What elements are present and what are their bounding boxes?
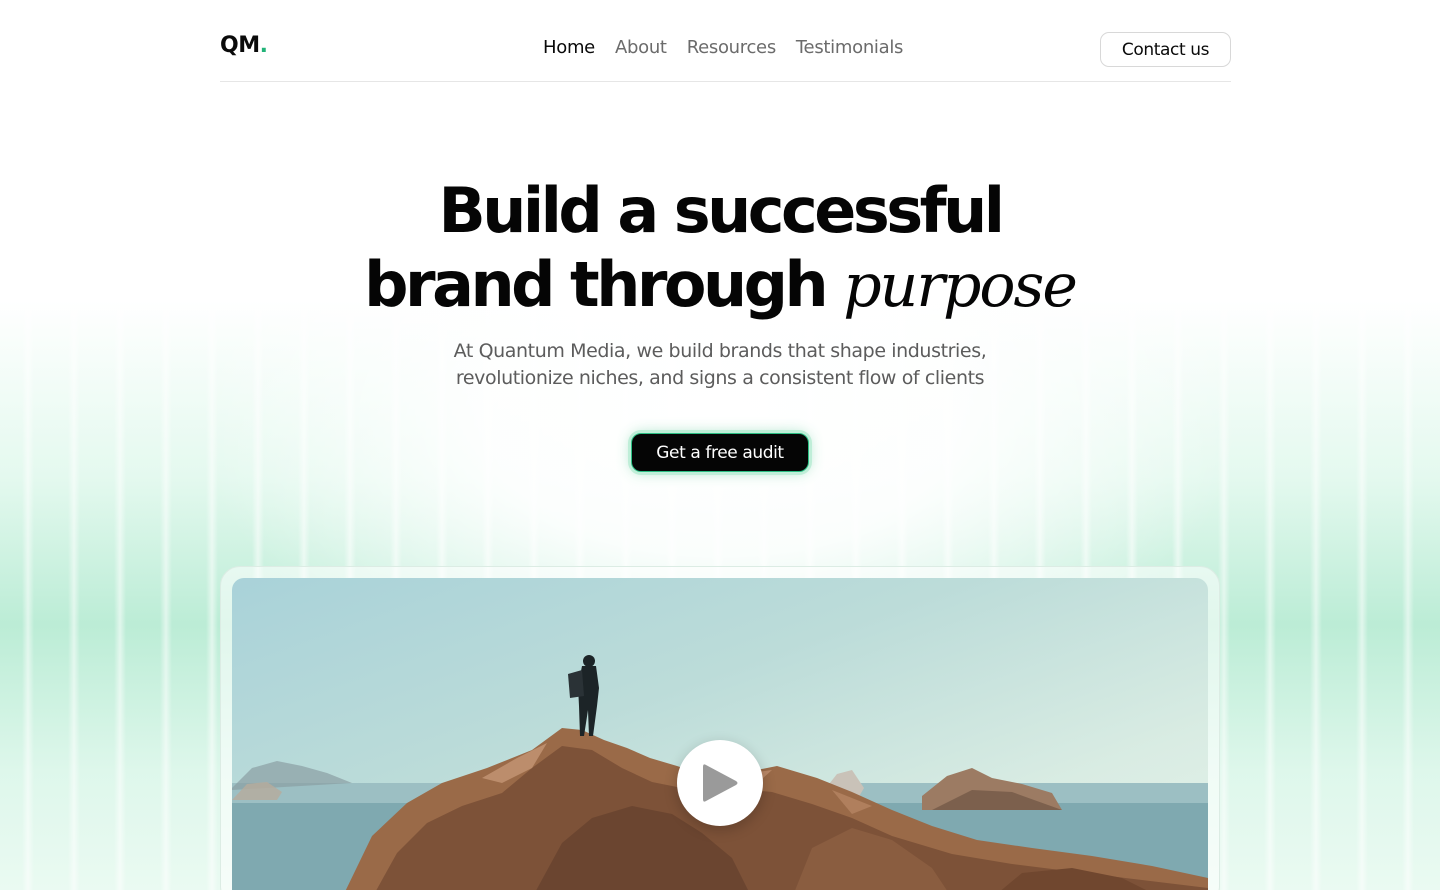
nav-about[interactable]: About	[615, 37, 667, 58]
nav-testimonials[interactable]: Testimonials	[796, 37, 904, 58]
page: QM. Home About Resources Testimonials Co…	[0, 0, 1440, 890]
logo[interactable]: QM.	[220, 33, 268, 58]
logo-dot: .	[259, 33, 268, 58]
logo-text: QM	[220, 33, 260, 58]
play-button[interactable]	[677, 740, 763, 826]
play-icon	[703, 764, 738, 802]
hero-title-accent: purpose	[843, 251, 1078, 321]
main-nav: Home About Resources Testimonials	[543, 37, 903, 58]
hero-title: Build a successful brand through purpose	[0, 174, 1440, 323]
hero-title-line2: brand through purpose	[0, 248, 1440, 323]
hero-subtitle-line2: revolutionize niches, and signs a consis…	[455, 367, 985, 389]
hero-subtitle: At Quantum Media, we build brands that s…	[420, 338, 1020, 392]
hero-title-line2-text: brand through	[364, 248, 829, 321]
nav-resources[interactable]: Resources	[687, 37, 777, 58]
video-thumbnail[interactable]	[232, 578, 1208, 890]
hiker-on-rocks-image	[232, 655, 1208, 890]
free-audit-button[interactable]: Get a free audit	[631, 433, 809, 472]
hero-subtitle-line1: At Quantum Media, we build brands that s…	[453, 340, 987, 362]
hero-title-line1: Build a successful	[438, 174, 1005, 247]
site-header: QM. Home About Resources Testimonials Co…	[220, 0, 1231, 82]
nav-home[interactable]: Home	[543, 37, 595, 58]
contact-button[interactable]: Contact us	[1100, 32, 1231, 67]
